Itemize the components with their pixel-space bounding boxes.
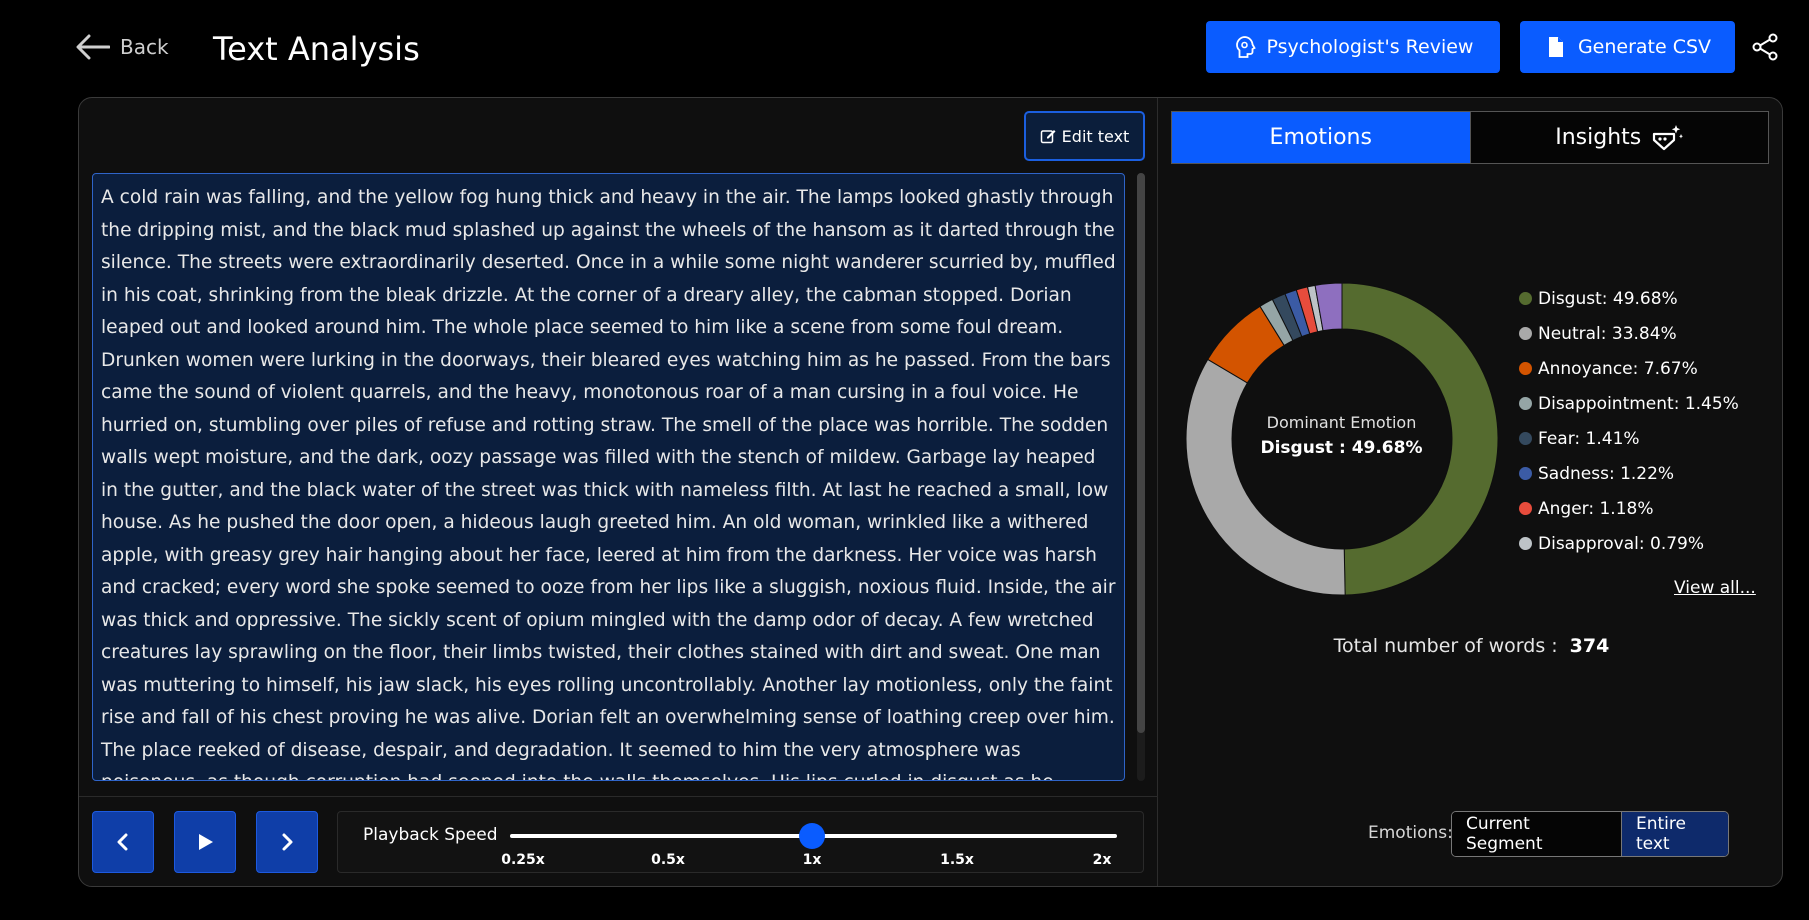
- current-segment-button[interactable]: Current Segment: [1452, 812, 1621, 856]
- next-segment-button[interactable]: [256, 811, 318, 873]
- edit-text-button[interactable]: Edit text: [1024, 111, 1145, 161]
- playback-controls: Playback Speed 0.25x 0.5x 1x 1.5x 2x: [79, 796, 1158, 886]
- speed-slider-thumb[interactable]: [799, 823, 825, 849]
- speed-tick: 0.5x: [651, 852, 685, 868]
- tab-emotions-label: Emotions: [1269, 125, 1372, 150]
- analysis-text[interactable]: A cold rain was falling, and the yellow …: [92, 173, 1125, 781]
- back-button[interactable]: Back: [76, 34, 169, 60]
- legend-dot: [1519, 327, 1532, 340]
- playback-speed-label: Playback Speed: [363, 825, 498, 845]
- playback-speed-control: Playback Speed 0.25x 0.5x 1x 1.5x 2x: [337, 811, 1144, 873]
- generate-csv-button[interactable]: Generate CSV: [1520, 21, 1735, 73]
- scrollbar-thumb[interactable]: [1137, 173, 1145, 733]
- legend-item: Anger: 1.18%: [1519, 491, 1739, 526]
- emotion-section: Emotions Insights Dominant Emotion Disgu…: [1159, 98, 1782, 886]
- edit-icon: [1040, 130, 1056, 144]
- legend-dot: [1519, 537, 1532, 550]
- emotions-scope-label: Emotions:: [1368, 823, 1453, 843]
- legend-label: Disapproval: 0.79%: [1538, 533, 1705, 554]
- legend-dot: [1519, 432, 1532, 445]
- chevron-right-icon: [282, 833, 293, 851]
- legend-label: Neutral: 33.84%: [1538, 323, 1677, 344]
- view-all-link[interactable]: View all...: [1674, 578, 1756, 598]
- tab-insights-label: Insights: [1555, 125, 1642, 150]
- legend-label: Fear: 1.41%: [1538, 428, 1640, 449]
- arrow-left-icon: [76, 34, 110, 60]
- legend-item: Disappointment: 1.45%: [1519, 386, 1739, 421]
- dominant-emotion-label: Dominant Emotion: [1266, 413, 1417, 432]
- text-scrollbar[interactable]: [1137, 173, 1145, 781]
- legend-item: Neutral: 33.84%: [1519, 316, 1739, 351]
- app-root: Back Text Analysis Psychologist's Review…: [0, 0, 1809, 920]
- share-icon[interactable]: [1751, 33, 1779, 61]
- legend-item: Disgust: 49.68%: [1519, 281, 1739, 316]
- legend-dot: [1519, 502, 1532, 515]
- tab-insights[interactable]: Insights: [1469, 112, 1768, 163]
- legend-item: Sadness: 1.22%: [1519, 456, 1739, 491]
- dominant-emotion-value: Disgust : 49.68%: [1260, 438, 1423, 458]
- legend-item: Disapproval: 0.79%: [1519, 526, 1739, 561]
- emotion-scope-toggle: Current Segment Entire text: [1451, 811, 1729, 857]
- tab-emotions[interactable]: Emotions: [1172, 112, 1470, 163]
- analysis-panel: Edit text A cold rain was falling, and t…: [78, 97, 1783, 887]
- legend-label: Disappointment: 1.45%: [1538, 393, 1739, 414]
- speed-tick: 2x: [1092, 852, 1112, 868]
- edit-text-label: Edit text: [1061, 126, 1130, 146]
- legend-dot: [1519, 292, 1532, 305]
- chevron-left-icon: [117, 833, 128, 851]
- total-words: Total number of words : 374: [1159, 635, 1782, 657]
- speed-tick: 1.5x: [940, 852, 974, 868]
- speed-tick: 0.25x: [501, 852, 545, 868]
- file-icon: [1548, 37, 1563, 57]
- legend-dot: [1519, 397, 1532, 410]
- generate-csv-label: Generate CSV: [1577, 36, 1712, 58]
- analysis-tabs: Emotions Insights: [1171, 111, 1769, 164]
- text-section: Edit text A cold rain was falling, and t…: [79, 98, 1158, 886]
- total-words-value: 374: [1569, 635, 1610, 657]
- play-icon: [199, 834, 213, 850]
- psychologist-review-button[interactable]: Psychologist's Review: [1206, 21, 1500, 73]
- legend-item: Fear: 1.41%: [1519, 421, 1739, 456]
- legend-label: Annoyance: 7.67%: [1538, 358, 1698, 379]
- back-label: Back: [120, 35, 169, 59]
- total-words-label: Total number of words :: [1333, 635, 1558, 657]
- legend-item: Annoyance: 7.67%: [1519, 351, 1739, 386]
- entire-text-button[interactable]: Entire text: [1621, 812, 1728, 856]
- play-button[interactable]: [174, 811, 236, 873]
- legend-label: Sadness: 1.22%: [1538, 463, 1675, 484]
- emotion-legend: Disgust: 49.68% Neutral: 33.84% Annoyance:…: [1519, 281, 1739, 561]
- legend-label: Disgust: 49.68%: [1538, 288, 1678, 309]
- speed-tick: 1x: [802, 852, 822, 868]
- ai-sparkle-icon: [1653, 124, 1684, 150]
- donut-slice-neutral[interactable]: [1185, 358, 1346, 596]
- previous-segment-button[interactable]: [92, 811, 154, 873]
- legend-dot: [1519, 362, 1532, 375]
- dominant-emotion: Dominant Emotion Disgust : 49.68%: [1254, 413, 1429, 458]
- page-title: Text Analysis: [213, 30, 420, 68]
- legend-label: Anger: 1.18%: [1538, 498, 1654, 519]
- brain-head-icon: [1235, 36, 1256, 58]
- legend-dot: [1519, 467, 1532, 480]
- psychologist-review-label: Psychologist's Review: [1266, 36, 1474, 58]
